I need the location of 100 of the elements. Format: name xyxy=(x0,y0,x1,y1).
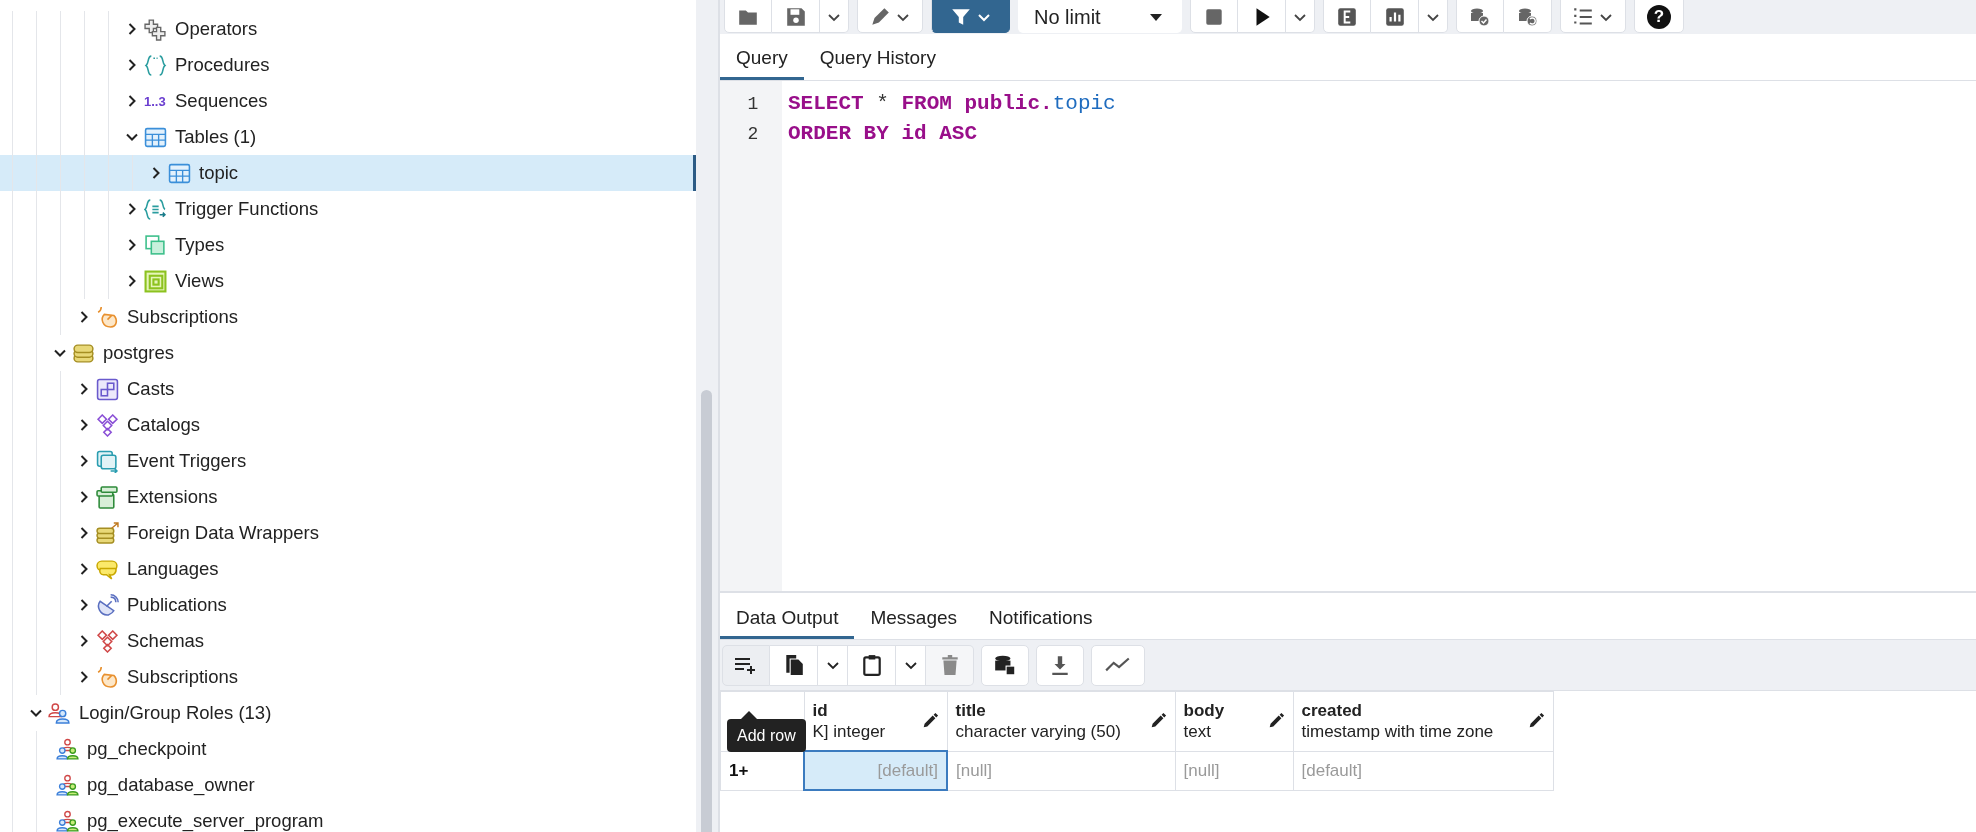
tree-item[interactable]: Schemas xyxy=(0,623,696,659)
dropdown-button[interactable] xyxy=(818,644,848,686)
line-number: 2 xyxy=(746,123,760,146)
satellite-dish-icon xyxy=(96,593,119,617)
tree-item[interactable]: Procedures xyxy=(0,47,696,83)
stop-button[interactable] xyxy=(1190,0,1238,33)
tab[interactable]: Messages xyxy=(854,595,974,639)
delete-button[interactable] xyxy=(926,644,974,686)
column-header[interactable]: created timestamp with time zone xyxy=(1293,691,1553,751)
add-row-button[interactable] xyxy=(722,644,770,686)
explain-button[interactable] xyxy=(1323,0,1371,33)
tree-item[interactable]: Views xyxy=(0,263,696,299)
table-icon xyxy=(144,125,167,149)
tree-item[interactable]: Types xyxy=(0,227,696,263)
commit-icon xyxy=(1469,6,1491,28)
macros-icon xyxy=(1572,6,1594,28)
code-editor[interactable]: SELECT * FROM public.topic ORDER BY id ASC xyxy=(782,81,1976,591)
dropdown-button[interactable] xyxy=(896,644,926,686)
tree-item[interactable]: Foreign Data Wrappers xyxy=(0,515,696,551)
graph-icon xyxy=(1104,656,1132,674)
rollback-button[interactable] xyxy=(1504,0,1552,33)
tree-item[interactable]: Publications xyxy=(0,587,696,623)
tab[interactable]: Query History xyxy=(803,34,952,80)
column-name: title xyxy=(955,700,987,722)
swap-square-icon xyxy=(96,377,119,401)
save-data-button[interactable] xyxy=(981,644,1029,686)
tree-item[interactable]: Extensions xyxy=(0,479,696,515)
column-header[interactable]: body text xyxy=(1175,691,1293,751)
column-type: timestamp with time zone xyxy=(1301,721,1494,743)
dropdown-button[interactable] xyxy=(1286,0,1315,33)
diamonds-icon xyxy=(96,629,119,653)
column-name: id xyxy=(812,700,829,721)
explain-analyze-icon xyxy=(1383,6,1406,28)
nested-squares-icon xyxy=(144,269,167,293)
tree-item[interactable]: 1..3 Sequences xyxy=(0,83,696,119)
speech-bubbles-icon xyxy=(96,557,119,581)
satellite-dish-icon xyxy=(96,305,119,329)
tab[interactable]: Notifications xyxy=(973,595,1109,639)
plus-shapes-icon xyxy=(144,17,167,41)
tree-item[interactable]: Languages xyxy=(0,551,696,587)
column-type: text xyxy=(1183,721,1212,743)
save-icon xyxy=(784,6,807,28)
column-type: character varying (50) xyxy=(955,721,1121,743)
column-name: body xyxy=(1183,700,1225,722)
limit-select[interactable]: No limit xyxy=(1018,0,1182,33)
edit-button[interactable] xyxy=(857,0,923,33)
sequence-icon: 1..3 xyxy=(144,93,167,109)
download-button[interactable] xyxy=(1036,644,1084,686)
braces-icon xyxy=(144,53,167,77)
line-number: 1 xyxy=(746,93,760,116)
save-button[interactable] xyxy=(772,0,820,33)
stacked-blocks-icon xyxy=(96,485,119,509)
satellite-dish-icon xyxy=(96,665,119,689)
tree-item[interactable]: Trigger Functions xyxy=(0,191,696,227)
tree-item[interactable]: Subscriptions xyxy=(0,659,696,695)
dropdown-button[interactable] xyxy=(820,0,849,33)
tree-item[interactable]: Catalogs xyxy=(0,407,696,443)
people-icon xyxy=(48,701,71,725)
scrollbar-thumb[interactable] xyxy=(701,390,712,832)
frames-arrow-icon xyxy=(96,449,119,473)
tree-item[interactable]: postgres xyxy=(0,335,696,371)
tree-item[interactable]: Casts xyxy=(0,371,696,407)
group-icon xyxy=(56,737,79,761)
tree-item[interactable]: Event Triggers xyxy=(0,443,696,479)
explain-analyze-button[interactable] xyxy=(1371,0,1419,33)
code-line: SELECT * FROM public.topic xyxy=(788,92,1116,115)
column-name: created xyxy=(1301,700,1363,722)
stop-icon xyxy=(1203,6,1225,28)
coins-arrow-icon xyxy=(96,521,119,545)
filter-button[interactable] xyxy=(931,0,1010,33)
open-file-button[interactable] xyxy=(724,0,772,33)
diamonds-icon xyxy=(96,413,119,437)
tree-item[interactable]: pg_database_owner xyxy=(0,767,696,803)
column-type: K] integer xyxy=(812,721,886,742)
edit-icon xyxy=(869,6,891,28)
column-header[interactable]: title character varying (50) xyxy=(947,691,1175,751)
help-button[interactable]: ? xyxy=(1634,0,1684,33)
tooltip: Add row xyxy=(727,711,806,752)
rollback-icon xyxy=(1516,6,1539,28)
tree-item[interactable]: pg_checkpoint xyxy=(0,731,696,767)
tree-item[interactable]: Operators xyxy=(0,11,696,47)
macros-button[interactable] xyxy=(1560,0,1626,33)
tree-item[interactable]: Login/Group Roles (13) xyxy=(0,695,696,731)
tree-item[interactable]: Subscriptions xyxy=(0,299,696,335)
explain-icon xyxy=(1336,6,1358,28)
save-data-icon xyxy=(993,654,1017,676)
tree-item[interactable]: topic xyxy=(0,155,696,191)
tree-item[interactable]: Tables (1) xyxy=(0,119,696,155)
table-icon xyxy=(168,161,191,185)
database-icon xyxy=(72,341,95,365)
run-button[interactable] xyxy=(1238,0,1286,33)
group-icon xyxy=(56,773,79,797)
graph-button[interactable] xyxy=(1091,644,1145,686)
braces-list-icon xyxy=(144,197,167,221)
squares-icon xyxy=(144,233,167,257)
copy-button[interactable] xyxy=(770,644,818,686)
code-line: ORDER BY id ASC xyxy=(788,122,978,145)
dropdown-button[interactable] xyxy=(1419,0,1448,33)
commit-button[interactable] xyxy=(1456,0,1504,33)
paste-button[interactable] xyxy=(848,644,896,686)
